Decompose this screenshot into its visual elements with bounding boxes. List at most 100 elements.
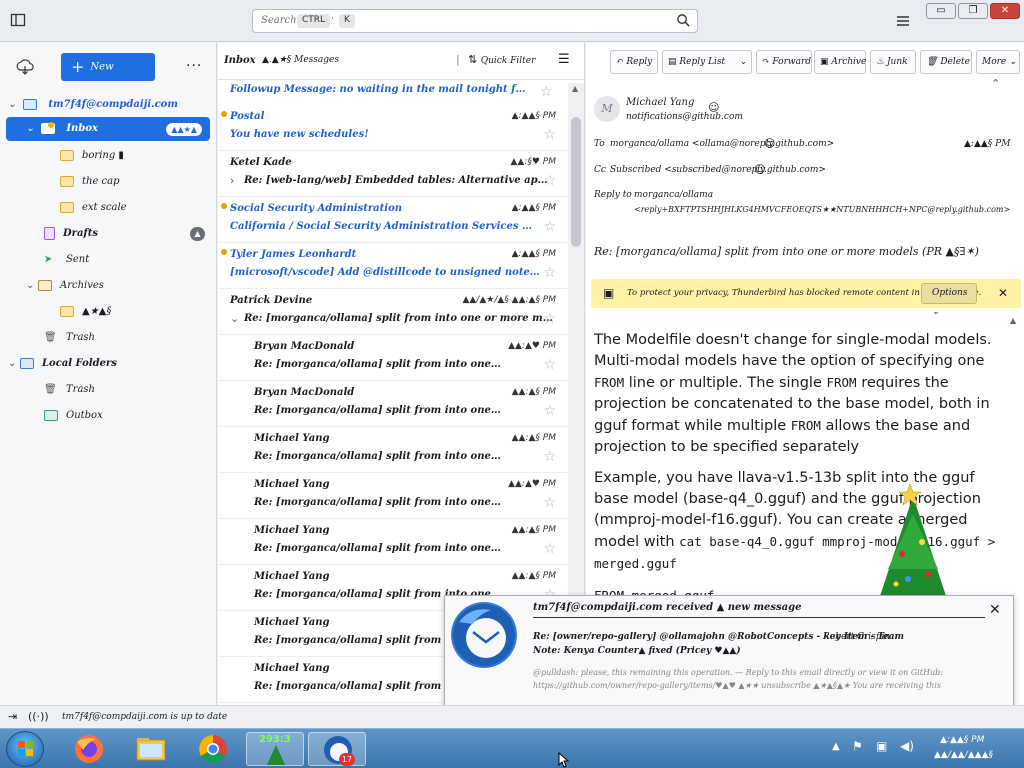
explorer-taskbar-button[interactable] xyxy=(122,732,180,766)
message-row[interactable]: Michael Yang Re: [morganca/ollama] split … xyxy=(218,519,568,565)
forward-button[interactable]: ↷ Forward xyxy=(756,50,812,74)
contact-icon[interactable]: ☺ xyxy=(708,101,719,114)
cc-value[interactable]: Subscribed <subscribed@noreply.github.co… xyxy=(610,165,826,175)
star-icon[interactable]: ☆ xyxy=(540,84,553,100)
reply-list-button[interactable]: ▤ Reply List ⌄ xyxy=(662,50,752,74)
action-center-icon[interactable]: ⚑ xyxy=(852,739,863,753)
star-icon[interactable]: ☆ xyxy=(543,403,556,419)
folder-icon xyxy=(60,202,74,213)
new-mail-notification[interactable]: tm7f4f@compdaiji.com received ▲ new mess… xyxy=(444,595,1014,717)
thread-toggle-icon[interactable]: ⌄ xyxy=(230,312,239,325)
tray-expand-icon[interactable]: ▲ xyxy=(832,741,840,752)
chevron-down-icon[interactable]: ⌄ xyxy=(26,274,38,298)
star-icon[interactable]: ☆ xyxy=(543,541,556,557)
local-folders-label: Local Folders xyxy=(42,358,117,369)
chevron-down-icon[interactable]: ⌄ xyxy=(8,93,20,117)
clock-date[interactable]: ▲▲/▲▲/▲▲▲§ xyxy=(934,750,993,760)
message-row[interactable]: Bryan MacDonald Re: [morganca/ollama] spl… xyxy=(218,335,568,381)
star-icon[interactable]: ☆ xyxy=(543,449,556,465)
minimize-button[interactable]: ▭ xyxy=(926,3,956,19)
contact-icon[interactable]: ☺ xyxy=(754,163,765,176)
thread-toggle-icon[interactable]: › xyxy=(230,174,234,187)
new-message-button[interactable]: + New Message xyxy=(61,53,155,101)
start-button[interactable] xyxy=(6,731,44,767)
close-notice-icon[interactable]: ✕ xyxy=(994,284,1012,302)
folder-item-archives[interactable]: ⌄ Archives xyxy=(26,274,104,298)
network-icon[interactable]: ▣ xyxy=(876,739,887,753)
folder-item[interactable]: ▲★▲§ xyxy=(60,300,111,324)
message-row[interactable]: Social Security Administration California… xyxy=(218,197,568,243)
folder-item[interactable]: ext scale xyxy=(60,196,127,220)
chevron-down-icon[interactable]: ⌄ xyxy=(739,51,747,73)
connection-icon: ((·)) xyxy=(28,710,49,723)
volume-icon[interactable]: ◀) xyxy=(900,739,914,753)
scroll-up-icon[interactable]: ▲ xyxy=(1010,316,1016,325)
delete-button[interactable]: 🗑 Delete xyxy=(920,50,972,74)
chrome-taskbar-button[interactable] xyxy=(184,732,242,766)
thunderbird-taskbar-button[interactable]: 17 xyxy=(308,732,366,766)
firefox-icon xyxy=(75,735,103,763)
more-button[interactable]: More ⌄ xyxy=(976,50,1020,74)
folder-item-drafts[interactable]: Drafts ▲ xyxy=(44,222,209,246)
more-options-icon[interactable]: ··· xyxy=(186,58,202,74)
local-folders-item[interactable]: ⌄ Local Folders xyxy=(8,352,117,376)
star-icon[interactable]: ☆ xyxy=(543,127,556,143)
folder-item-inbox[interactable]: ⌄ Inbox ▲▲★▲ xyxy=(6,117,210,141)
sender-email[interactable]: notifications@github.com xyxy=(626,112,743,122)
message-date: ▲:▲▲§ PM xyxy=(511,249,556,259)
chevron-down-icon[interactable]: ⌄ xyxy=(8,352,20,376)
to-value[interactable]: morganca/ollama <ollama@noreply.github.c… xyxy=(610,139,834,149)
app-menu-icon[interactable] xyxy=(895,13,911,32)
message-row[interactable]: Ketel Kade › Re: [web-lang/web] Embedded t… xyxy=(218,151,568,197)
list-options-icon[interactable]: ☰ xyxy=(558,52,570,67)
message-row[interactable]: Tyler James Leonhardt [microsoft/vscode] … xyxy=(218,243,568,289)
star-icon[interactable]: ☆ xyxy=(543,265,556,281)
star-icon[interactable]: ☆ xyxy=(543,357,556,373)
message-date: ▲▲:▲♥ PM xyxy=(508,341,556,351)
folder-item-trash[interactable]: 🗑 Trash xyxy=(44,326,95,350)
search-icon[interactable] xyxy=(676,13,691,31)
star-icon[interactable]: ☆ xyxy=(543,219,556,235)
scroll-up-icon[interactable]: ▲ xyxy=(572,84,578,93)
get-messages-icon[interactable] xyxy=(16,59,34,78)
reply-button[interactable]: ↶ Reply xyxy=(610,50,658,74)
chevron-down-icon[interactable]: ⌄ xyxy=(26,117,38,141)
collapse-header-icon[interactable]: ⌃ xyxy=(991,77,1000,90)
message-sender: Tyler James Leonhardt xyxy=(230,249,357,260)
close-button[interactable]: ✕ xyxy=(990,3,1020,19)
message-row[interactable]: Michael Yang Re: [morganca/ollama] split … xyxy=(218,473,568,519)
star-icon[interactable]: ☆ xyxy=(543,495,556,511)
folder-item[interactable]: the cap xyxy=(60,170,120,194)
options-button[interactable]: Options ⌄ xyxy=(921,283,977,317)
star-icon[interactable]: ☆ xyxy=(543,311,556,327)
clock-time[interactable]: ▲:▲▲§ PM xyxy=(940,735,984,745)
message-row[interactable]: Postal You have new schedules! ▲:▲▲§ PM ☆ xyxy=(218,105,568,151)
replyto-name[interactable]: morganca/ollama xyxy=(634,190,713,200)
list-top-fragment[interactable]: Followup Message: no waiting in the mail… xyxy=(230,84,530,95)
account-item[interactable]: ⌄ tm7f4f@compdaiji.com xyxy=(8,93,213,117)
folder-item[interactable]: boring ▮ xyxy=(60,144,124,168)
contact-icon[interactable]: ☺ xyxy=(764,137,775,150)
sender-name[interactable]: Michael Yang xyxy=(626,97,694,108)
message-row[interactable]: Bryan MacDonald Re: [morganca/ollama] spl… xyxy=(218,381,568,427)
folder-item-local-trash[interactable]: 🗑 Trash xyxy=(44,378,95,402)
folder-item-outbox[interactable]: Outbox xyxy=(44,404,103,428)
archive-button[interactable]: ▣ Archive xyxy=(814,50,866,74)
sidebar-toggle-icon[interactable] xyxy=(10,12,28,28)
message-row[interactable]: Michael Yang Re: [morganca/ollama] split … xyxy=(218,427,568,473)
work-offline-icon[interactable]: ⇥ xyxy=(8,710,17,723)
message-subject: [microsoft/vscode] Add @distillcode to u… xyxy=(230,267,540,278)
tree-gadget-taskbar-button[interactable]: 293:3 xyxy=(246,732,304,766)
junk-button[interactable]: ♨ Junk xyxy=(870,50,916,74)
star-icon[interactable]: ☆ xyxy=(543,173,556,189)
restore-button[interactable]: ❐ xyxy=(958,3,988,19)
firefox-taskbar-button[interactable] xyxy=(60,732,118,766)
reply-icon: ↶ xyxy=(616,57,624,67)
folder-item-sent[interactable]: ➤ Sent xyxy=(44,248,89,272)
list-scrollbar-thumb[interactable] xyxy=(571,117,581,247)
search-input[interactable]: Search… CTRL · K xyxy=(252,9,698,33)
quick-filter-button[interactable]: ⇅ Quick Filter xyxy=(468,53,535,66)
replyto-address[interactable]: <reply+BXFTPTSHHJHLKG4HMVCFEOEQTS★★NTUBN… xyxy=(634,204,1019,216)
message-row[interactable]: Patrick Devine ⌄ Re: [morganca/ollama] spl… xyxy=(218,289,568,335)
close-notification-icon[interactable]: ✕ xyxy=(989,602,1001,618)
